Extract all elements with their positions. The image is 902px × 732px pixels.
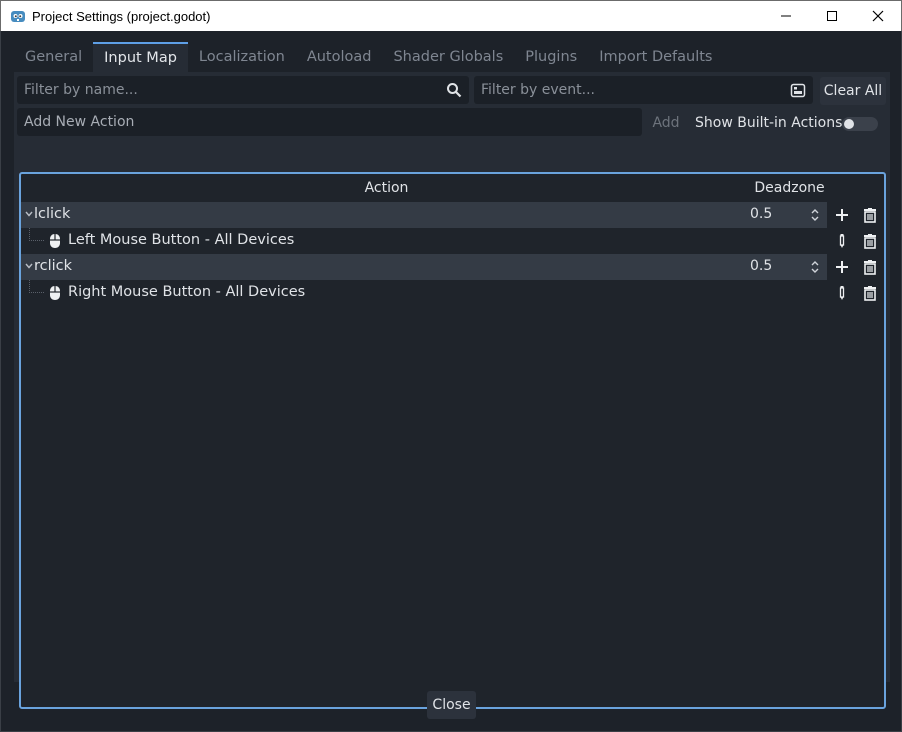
- column-header-deadzone: Deadzone: [754, 180, 825, 196]
- add-event-icon[interactable]: [834, 207, 850, 223]
- filter-by-name-input[interactable]: Filter by name...: [17, 76, 469, 104]
- add-new-action-placeholder: Add New Action: [24, 114, 135, 130]
- tab-bar: General Input Map Localization Autoload …: [14, 42, 890, 72]
- mouse-icon: [50, 286, 60, 300]
- tab-input-map[interactable]: Input Map: [93, 42, 188, 72]
- input-map-content: Filter by name... Filter by event... Cle…: [14, 72, 890, 709]
- column-header-action: Action: [364, 180, 409, 196]
- window-body: General Input Map Localization Autoload …: [0, 31, 902, 732]
- add-button-label: Add: [652, 115, 680, 131]
- event-row-lclick[interactable]: Left Mouse Button - All Devices: [21, 228, 884, 254]
- filter-by-event-input[interactable]: Filter by event...: [474, 76, 813, 104]
- minimize-button[interactable]: [763, 1, 809, 31]
- filter-by-event-placeholder: Filter by event...: [481, 82, 595, 98]
- deadzone-value[interactable]: 0.5: [750, 206, 772, 222]
- trash-icon[interactable]: [862, 285, 878, 301]
- chevron-down-icon[interactable]: [24, 261, 34, 271]
- event-name: Right Mouse Button - All Devices: [68, 284, 306, 300]
- action-name: lclick: [34, 206, 71, 222]
- minimize-icon: [781, 15, 791, 17]
- keyboard-event-icon: [790, 83, 806, 98]
- close-icon: [872, 10, 884, 22]
- search-icon: [447, 83, 462, 98]
- close-button[interactable]: Close: [427, 691, 476, 719]
- trash-icon[interactable]: [862, 233, 878, 249]
- spinbox-arrows-icon[interactable]: [810, 208, 820, 222]
- tab-localization[interactable]: Localization: [187, 42, 296, 72]
- add-button[interactable]: Add: [646, 109, 686, 137]
- tab-shader-globals[interactable]: Shader Globals: [382, 42, 515, 72]
- window-titlebar: Project Settings (project.godot): [0, 0, 902, 31]
- edit-icon[interactable]: [834, 233, 850, 249]
- maximize-button[interactable]: [809, 1, 855, 31]
- tab-import-defaults[interactable]: Import Defaults: [588, 42, 724, 72]
- show-builtin-actions-label: Show Built-in Actions: [695, 115, 843, 131]
- close-window-button[interactable]: [855, 1, 901, 31]
- mouse-icon: [50, 234, 60, 248]
- event-name: Left Mouse Button - All Devices: [68, 232, 295, 248]
- window-title: Project Settings (project.godot): [32, 8, 211, 24]
- trash-icon[interactable]: [862, 207, 878, 223]
- show-builtin-actions-toggle[interactable]: [842, 117, 878, 131]
- clear-all-button[interactable]: Clear All: [820, 77, 886, 105]
- toggle-knob: [844, 119, 854, 129]
- spinbox-arrows-icon[interactable]: [810, 260, 820, 274]
- settings-panel: General Input Map Localization Autoload …: [14, 42, 890, 709]
- event-row-rclick[interactable]: Right Mouse Button - All Devices: [21, 280, 884, 306]
- edit-icon[interactable]: [834, 285, 850, 301]
- action-tree[interactable]: Action Deadzone lclick 0.5 Left Mouse Bu…: [19, 172, 886, 709]
- action-row-rclick[interactable]: rclick 0.5: [21, 254, 884, 280]
- add-event-icon[interactable]: [834, 259, 850, 275]
- action-row-lclick[interactable]: lclick 0.5: [21, 202, 884, 228]
- filter-by-name-placeholder: Filter by name...: [24, 82, 138, 98]
- maximize-icon: [827, 11, 837, 21]
- tab-autoload[interactable]: Autoload: [295, 42, 383, 72]
- add-new-action-input[interactable]: Add New Action: [17, 108, 642, 136]
- action-name: rclick: [34, 258, 73, 274]
- tab-plugins[interactable]: Plugins: [514, 42, 589, 72]
- trash-icon[interactable]: [862, 259, 878, 275]
- deadzone-value[interactable]: 0.5: [750, 258, 772, 274]
- tree-header: Action Deadzone: [21, 174, 884, 202]
- chevron-down-icon[interactable]: [24, 209, 34, 219]
- tab-general[interactable]: General: [14, 42, 94, 72]
- godot-logo-icon: [11, 11, 25, 22]
